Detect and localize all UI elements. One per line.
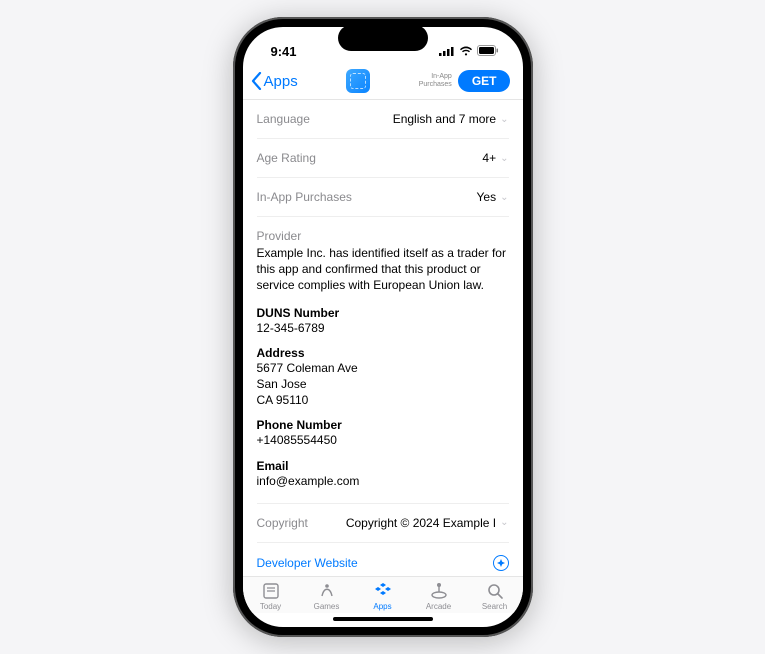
- compass-icon: [493, 555, 509, 571]
- row-copyright[interactable]: Copyright Copyright © 2024 Example I ⌄: [257, 504, 509, 543]
- row-label: Age Rating: [257, 151, 316, 165]
- developer-website-link[interactable]: Developer Website: [257, 543, 509, 576]
- row-value: Yes: [477, 190, 497, 204]
- tab-label: Apps: [373, 602, 391, 611]
- cellular-icon: [439, 44, 455, 59]
- address-line2: San Jose: [257, 376, 509, 392]
- dev-link-label: Developer Website: [257, 556, 358, 570]
- duns-group: DUNS Number 12-345-6789: [257, 306, 509, 336]
- status-time: 9:41: [271, 44, 297, 59]
- address-line1: 5677 Coleman Ave: [257, 360, 509, 376]
- tab-label: Today: [260, 602, 281, 611]
- phone-group: Phone Number +14085554450: [257, 418, 509, 448]
- address-line3: CA 95110: [257, 392, 509, 408]
- row-label: Copyright: [257, 516, 308, 530]
- provider-header: Provider: [257, 229, 509, 243]
- phone-value: +14085554450: [257, 432, 509, 448]
- duns-value: 12-345-6789: [257, 320, 509, 336]
- tab-label: Games: [314, 602, 340, 611]
- email-title: Email: [257, 459, 509, 473]
- row-value: English and 7 more: [393, 112, 496, 126]
- tab-label: Search: [482, 602, 507, 611]
- row-value: Copyright © 2024 Example I: [346, 516, 496, 530]
- tab-label: Arcade: [426, 602, 451, 611]
- chevron-down-icon: ⌄: [500, 114, 508, 125]
- address-title: Address: [257, 346, 509, 360]
- nav-bar: Apps In-App Purchases GET: [243, 67, 523, 100]
- row-label: In-App Purchases: [257, 190, 352, 204]
- battery-icon: [477, 44, 499, 59]
- back-button[interactable]: Apps: [251, 72, 298, 90]
- back-label: Apps: [264, 73, 298, 90]
- address-group: Address 5677 Coleman Ave San Jose CA 951…: [257, 346, 509, 409]
- today-icon: [262, 581, 280, 601]
- wifi-icon: [459, 44, 473, 59]
- chevron-down-icon: ⌄: [500, 517, 508, 528]
- tab-bar: Today Games Apps Arcade: [243, 576, 523, 613]
- row-age-rating[interactable]: Age Rating 4+ ⌄: [257, 139, 509, 178]
- arcade-icon: [430, 581, 448, 601]
- email-group: Email info@example.com: [257, 459, 509, 489]
- search-icon: [486, 581, 504, 601]
- phone-title: Phone Number: [257, 418, 509, 432]
- content-scroll[interactable]: Language English and 7 more ⌄ Age Rating…: [243, 100, 523, 576]
- dynamic-island: [338, 25, 428, 51]
- games-icon: [318, 581, 336, 601]
- chevron-down-icon: ⌄: [500, 153, 508, 164]
- screen: 9:41 Apps In-App Purchases: [243, 27, 523, 627]
- provider-description: Example Inc. has identified itself as a …: [257, 245, 509, 294]
- get-button[interactable]: GET: [458, 70, 511, 92]
- app-icon[interactable]: [346, 69, 370, 93]
- iap-hint: In-App Purchases: [419, 73, 452, 88]
- row-value: 4+: [482, 151, 496, 165]
- row-iap[interactable]: In-App Purchases Yes ⌄: [257, 178, 509, 217]
- apps-icon: [373, 581, 393, 601]
- tab-arcade[interactable]: Arcade: [411, 581, 467, 611]
- duns-title: DUNS Number: [257, 306, 509, 320]
- email-value: info@example.com: [257, 473, 509, 489]
- tab-games[interactable]: Games: [299, 581, 355, 611]
- tab-apps[interactable]: Apps: [355, 581, 411, 611]
- tab-search[interactable]: Search: [467, 581, 523, 611]
- home-indicator[interactable]: [333, 617, 433, 621]
- chevron-down-icon: ⌄: [500, 192, 508, 203]
- row-language[interactable]: Language English and 7 more ⌄: [257, 100, 509, 139]
- provider-block: Provider Example Inc. has identified its…: [257, 217, 509, 504]
- tab-today[interactable]: Today: [243, 581, 299, 611]
- row-label: Language: [257, 112, 310, 126]
- chevron-left-icon: [251, 72, 262, 90]
- phone-frame: 9:41 Apps In-App Purchases: [233, 17, 533, 637]
